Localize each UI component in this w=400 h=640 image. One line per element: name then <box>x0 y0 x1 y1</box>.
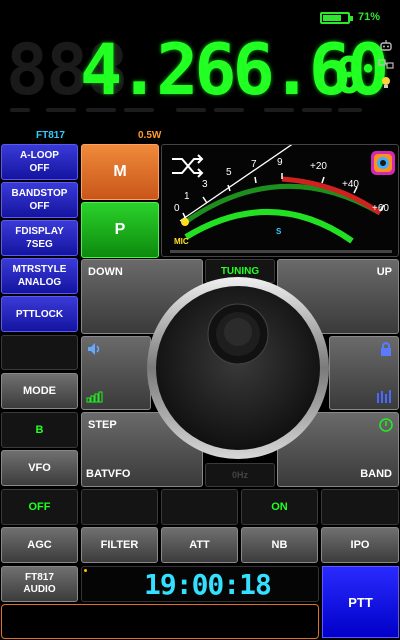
clock-panel: 19:00:18 <box>81 566 319 602</box>
att-button[interactable]: ATT <box>161 527 238 563</box>
off-label: OFF <box>28 501 51 513</box>
a-loop-state: OFF <box>29 163 50 174</box>
meter-scale-40: +40 <box>342 179 359 190</box>
down-label: DOWN <box>88 266 123 278</box>
hz-indicator: 0Hz <box>205 463 275 487</box>
mtrstyle-button[interactable]: MTRSTYLE ANALOG <box>1 258 78 294</box>
empty-slot[interactable] <box>1 335 78 370</box>
frequency-small-digit: 0 <box>334 47 365 105</box>
radio-model: FT817 <box>36 130 65 141</box>
fdisplay-label: FDISPLAY <box>15 226 64 237</box>
robot-icon[interactable] <box>378 40 394 54</box>
digit-underline <box>338 108 362 112</box>
filter-button[interactable]: FILTER <box>81 527 158 563</box>
network-icon[interactable] <box>378 58 394 72</box>
p-button[interactable]: P <box>81 202 159 258</box>
empty-slot[interactable] <box>321 489 399 525</box>
on-button[interactable]: ON <box>241 489 318 525</box>
meter-scale-7: 7 <box>251 159 257 170</box>
ipo-button[interactable]: IPO <box>321 527 399 563</box>
on-label: ON <box>271 501 288 513</box>
shuffle-icon <box>172 154 204 178</box>
level-bars-icon <box>377 390 391 403</box>
digit-underline <box>86 108 116 112</box>
audio-label: AUDIO <box>23 584 56 595</box>
meter-scale-1: 1 <box>184 191 190 202</box>
band-label: BAND <box>360 468 392 480</box>
meter-scale-20: +20 <box>310 161 327 172</box>
memory-button[interactable]: M <box>81 144 159 200</box>
audio-model-label: FT817 <box>25 572 54 583</box>
message-area <box>1 604 319 639</box>
mtrstyle-state: ANALOG <box>17 277 62 288</box>
power-level: 0.5W <box>138 130 162 141</box>
signal-bars-icon <box>86 391 103 403</box>
tuning-label: TUNING <box>220 265 260 277</box>
vfo-button[interactable]: VFO <box>1 450 78 486</box>
off-button[interactable]: OFF <box>1 489 78 525</box>
up-label: UP <box>376 266 392 278</box>
digit-underline <box>302 108 332 112</box>
a-loop-label: A-LOOP <box>20 150 59 161</box>
hz-label: 0Hz <box>231 470 248 480</box>
tuning-knob[interactable] <box>146 276 330 460</box>
mtrstyle-label: MTRSTYLE <box>12 264 67 275</box>
clock-display: 19:00:18 <box>144 568 272 601</box>
digit-underline <box>124 108 154 112</box>
nb-button[interactable]: NB <box>241 527 318 563</box>
battery-icon <box>320 12 353 24</box>
vfo-b-label: B <box>35 424 44 436</box>
meter-scale-5: 5 <box>226 167 232 178</box>
battery-percent: 71% <box>358 11 381 23</box>
meter-scale-0: 0 <box>174 203 180 214</box>
digit-underline <box>264 108 294 112</box>
meter-scale-3: 3 <box>202 179 208 190</box>
digit-underline <box>46 108 76 112</box>
pttlock-button[interactable]: PTTLOCK <box>1 296 78 332</box>
power-icon <box>379 418 393 432</box>
empty-slot[interactable] <box>161 489 238 525</box>
meter-scale-9: 9 <box>277 157 283 168</box>
lock-icon <box>381 342 391 356</box>
indicator-dot <box>84 569 87 572</box>
fdisplay-button[interactable]: FDISPLAY 7SEG <box>1 220 78 256</box>
ptt-button[interactable]: PTT <box>322 566 399 638</box>
audio-button[interactable]: FT817 AUDIO <box>1 566 78 602</box>
meter-scale-60: +60 <box>372 203 389 214</box>
s-meter: 0 1 3 5 7 9 +20 +40 +60 MIC S <box>161 144 399 257</box>
lock-panel[interactable] <box>329 336 399 410</box>
speaker-icon <box>88 343 100 355</box>
app-icon <box>371 151 395 175</box>
batvfo-label: BATVFO <box>86 468 131 480</box>
bandstop-state: OFF <box>29 201 50 212</box>
s-label: S <box>276 227 282 236</box>
empty-slot[interactable] <box>81 489 158 525</box>
vfo-b-indicator[interactable]: B <box>1 412 78 448</box>
digit-underline <box>214 108 244 112</box>
mic-label: MIC <box>174 237 189 246</box>
battery-fill <box>323 15 342 21</box>
pttlock-label: PTTLOCK <box>15 308 64 320</box>
digit-underline <box>10 108 30 112</box>
fdisplay-state: 7SEG <box>26 239 53 250</box>
digit-underline <box>176 108 206 112</box>
agc-button[interactable]: AGC <box>1 527 78 563</box>
bandstop-label: BANDSTOP <box>11 188 68 199</box>
lightbulb-icon[interactable] <box>378 76 394 90</box>
mode-button[interactable]: MODE <box>1 373 78 409</box>
step-label: STEP <box>88 419 117 431</box>
a-loop-button[interactable]: A-LOOP OFF <box>1 144 78 180</box>
bandstop-button[interactable]: BANDSTOP OFF <box>1 182 78 218</box>
volume-panel[interactable] <box>81 336 151 410</box>
